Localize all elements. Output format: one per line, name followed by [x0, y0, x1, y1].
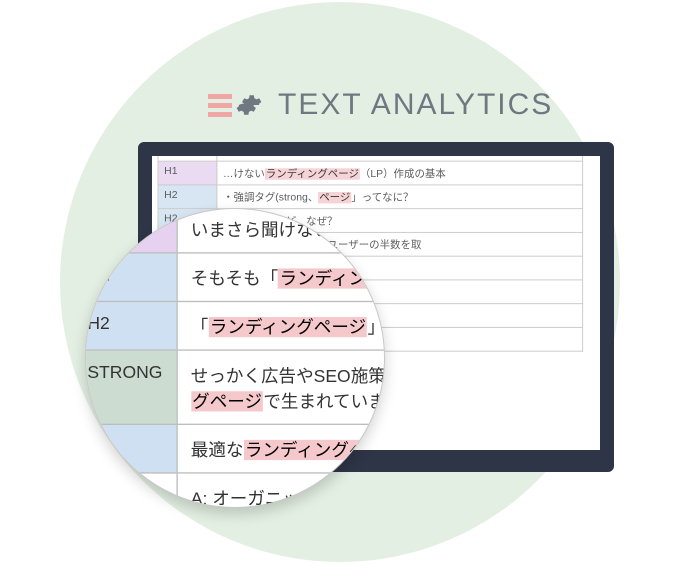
- table-row: H2「ランディングページ」が重要: [85, 301, 385, 350]
- tag-cell: H1: [85, 208, 177, 253]
- tag-cell: H2: [85, 301, 177, 350]
- table-row: STRONGせっかく広告やSEO施策などにグページで生まれています。: [85, 350, 385, 424]
- text-cell: …けないランディングページ（LP）作成の基本: [217, 161, 583, 185]
- text-cell: 最適なランディングペー: [177, 424, 385, 473]
- col-header-tag: タグ: [158, 142, 217, 161]
- page-title-row: TEXT ANALYTICS: [208, 88, 553, 122]
- table-row: H1いまさら聞けないランディンク: [85, 208, 385, 253]
- table-row: A: オーガニック: [85, 473, 385, 508]
- text-cell: そもそも「ランディングページ」: [177, 253, 385, 302]
- col-header-text: テキスト: [217, 142, 583, 161]
- tag-cell: H2: [158, 185, 217, 209]
- analytics-icon: [208, 92, 262, 118]
- gear-icon: [236, 92, 262, 118]
- text-cell: ・強調タグ(strong、ページ」ってなに？: [217, 185, 583, 209]
- text-cell: いまさら聞けないランディンク: [177, 208, 385, 253]
- text-cell: A: オーガニック: [177, 473, 385, 508]
- table-row: H1…けないランディングページ（LP）作成の基本: [158, 161, 583, 185]
- magnifier-lens: タグ テキスト H1いまさら聞けないランディンクH2そもそも「ランディングページ…: [85, 208, 385, 508]
- tag-cell: H2: [85, 253, 177, 302]
- table-row: H2最適なランディングペー: [85, 424, 385, 473]
- table-row: H2そもそも「ランディングページ」: [85, 253, 385, 302]
- page-title: TEXT ANALYTICS: [278, 88, 553, 122]
- text-cell: せっかく広告やSEO施策などにグページで生まれています。: [177, 350, 385, 424]
- table-row: H2・強調タグ(strong、ページ」ってなに？: [158, 185, 583, 209]
- tag-cell: [85, 473, 177, 508]
- tag-cell: H1: [158, 161, 217, 185]
- tag-cell: STRONG: [85, 350, 177, 424]
- tag-cell: H2: [85, 424, 177, 473]
- text-cell: 「ランディングページ」が重要: [177, 301, 385, 350]
- zoomed-table: タグ テキスト H1いまさら聞けないランディンクH2そもそも「ランディングページ…: [85, 208, 385, 508]
